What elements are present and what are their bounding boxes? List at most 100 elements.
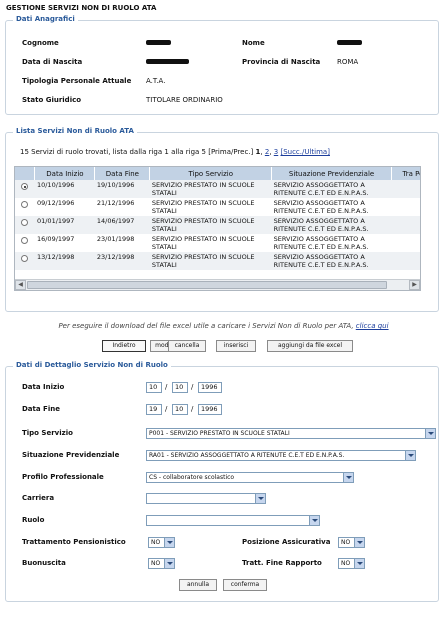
chevron-down-icon (164, 538, 174, 547)
tipologia-label: Tipologia Personale Attuale (22, 77, 132, 85)
inserisci-button[interactable]: inserisci (216, 340, 256, 352)
download-note-text: Per eseguire il download del file excel … (58, 322, 354, 330)
situazione-select[interactable]: RA01 - SERVIZIO ASSOGGETTATO A RITENUTE … (146, 450, 416, 461)
table-row[interactable]: 10/10/1996 19/10/1996 SERVIZIO PRESTATO … (15, 180, 420, 198)
data-fine-label: Data Fine (22, 405, 60, 413)
page-2-link[interactable]: 2 (265, 148, 269, 156)
download-link[interactable]: clicca qui (356, 322, 389, 330)
chevron-down-icon (354, 559, 364, 568)
cell-data-inizio: 09/12/1996 (34, 198, 95, 216)
conferma-button[interactable]: conferma (223, 579, 267, 591)
data-inizio-year[interactable]: 1996 (198, 382, 222, 393)
tratt-fine-label: Tratt. Fine Rapporto (242, 559, 322, 567)
cell-trattamento (391, 180, 420, 198)
col-trattamento: Tra Pe (391, 167, 420, 180)
scrollbar-thumb[interactable] (27, 281, 387, 289)
cell-trattamento (391, 234, 420, 252)
row-radio[interactable] (21, 255, 29, 262)
next-last-link[interactable]: [Succ./Ultima] (280, 148, 330, 156)
nome-redacted (337, 40, 362, 45)
ruolo-label: Ruolo (22, 516, 45, 524)
data-inizio-day[interactable]: 10 (146, 382, 162, 393)
data-nascita-label: Data di Nascita (22, 58, 83, 66)
chevron-down-icon (354, 538, 364, 547)
page-current: 1 (255, 148, 261, 156)
annulla-button[interactable]: annulla (179, 579, 217, 591)
table-row[interactable]: 13/12/1998 23/12/1998 SERVIZIO PRESTATO … (15, 252, 420, 270)
page-3-link[interactable]: 3 (274, 148, 278, 156)
chevron-down-icon (164, 559, 174, 568)
tratt-fine-value: NO (341, 560, 351, 567)
services-table-scroll[interactable]: Data Inizio Data Fine Tipo Servizio Situ… (14, 166, 421, 291)
tratt-fine-select[interactable]: NO (338, 558, 365, 569)
cell-trattamento (391, 252, 420, 270)
scroll-left-icon[interactable]: ◀ (15, 280, 26, 290)
data-inizio-label: Data Inizio (22, 383, 65, 391)
cell-situazione: SERVIZIO ASSOGGETTATO A RITENUTE C.E.T E… (271, 216, 392, 234)
cell-trattamento (391, 198, 420, 216)
cognome-label: Cognome (22, 39, 59, 47)
ruolo-select[interactable] (146, 515, 320, 526)
row-radio[interactable] (21, 183, 29, 190)
download-note: Per eseguire il download del file excel … (0, 322, 447, 330)
lista-summary: 15 Servizi di ruolo trovati, lista dalla… (20, 148, 330, 156)
data-fine-year[interactable]: 1996 (198, 404, 222, 415)
table-row[interactable]: 16/09/1997 23/01/1998 SERVIZIO PRESTATO … (15, 234, 420, 252)
col-data-fine: Data Fine (94, 167, 151, 180)
cell-situazione: SERVIZIO ASSOGGETTATO A RITENUTE C.E.T E… (271, 198, 392, 216)
nome-label: Nome (242, 39, 265, 47)
profilo-value: CS - collaboratore scolastico (149, 474, 235, 481)
dettaglio-legend: Dati di Dettaglio Servizio Non di Ruolo (13, 361, 171, 369)
tipo-servizio-select[interactable]: P001 - SERVIZIO PRESTATO IN SCUOLE STATA… (146, 428, 436, 439)
data-fine-day[interactable]: 19 (146, 404, 162, 415)
cell-data-fine: 23/12/1998 (94, 252, 150, 270)
carriera-label: Carriera (22, 494, 55, 502)
situazione-label: Situazione Previdenziale (22, 451, 120, 459)
cell-data-inizio: 10/10/1996 (34, 180, 95, 198)
horizontal-scrollbar[interactable]: ◀ ▶ (15, 279, 420, 290)
chevron-down-icon (255, 494, 265, 503)
profilo-label: Profilo Professionale (22, 473, 104, 481)
provincia-label: Provincia di Nascita (242, 58, 321, 66)
cell-data-inizio: 13/12/1998 (34, 252, 95, 270)
buonuscita-select[interactable]: NO (148, 558, 175, 569)
cancella-button[interactable]: cancella (168, 340, 206, 352)
carriera-select[interactable] (146, 493, 266, 504)
table-row[interactable]: 09/12/1996 21/12/1996 SERVIZIO PRESTATO … (15, 198, 420, 216)
anagrafici-legend: Dati Anagrafici (13, 15, 78, 23)
col-data-inizio: Data Inizio (34, 167, 96, 180)
page-title: GESTIONE SERVIZI NON DI RUOLO ATA (6, 4, 157, 12)
buonuscita-label: Buonuscita (22, 559, 66, 567)
row-radio[interactable] (21, 219, 29, 226)
scroll-right-icon[interactable]: ▶ (409, 280, 420, 290)
cell-situazione: SERVIZIO ASSOGGETTATO A RITENUTE C.E.T E… (271, 252, 392, 270)
cell-situazione: SERVIZIO ASSOGGETTATO A RITENUTE C.E.T E… (271, 180, 392, 198)
cell-tipo: SERVIZIO PRESTATO IN SCUOLE STATALI (149, 198, 272, 216)
data-inizio-month[interactable]: 10 (172, 382, 188, 393)
dettaglio-panel: Dati di Dettaglio Servizio Non di Ruolo (5, 361, 439, 602)
table-row[interactable]: 01/01/1997 14/06/1997 SERVIZIO PRESTATO … (15, 216, 420, 234)
posizione-value: NO (341, 539, 351, 546)
provincia-value: ROMA (337, 58, 359, 66)
date-separator: / (165, 405, 168, 413)
posizione-select[interactable]: NO (338, 537, 365, 548)
data-fine-month[interactable]: 10 (172, 404, 188, 415)
excel-button[interactable]: aggiungi da file excel (267, 340, 353, 352)
cell-tipo: SERVIZIO PRESTATO IN SCUOLE STATALI (149, 252, 272, 270)
col-situazione: Situazione Previdenziale (271, 167, 393, 180)
cell-data-fine: 21/12/1996 (94, 198, 150, 216)
profilo-select[interactable]: CS - collaboratore scolastico (146, 472, 354, 483)
cell-data-fine: 14/06/1997 (94, 216, 150, 234)
trattamento-select[interactable]: NO (148, 537, 175, 548)
data-nascita-redacted (146, 59, 189, 64)
indietro-button[interactable]: Indietro (102, 340, 146, 352)
date-separator: / (191, 405, 194, 413)
row-radio[interactable] (21, 237, 29, 244)
col-select (15, 167, 36, 180)
chevron-down-icon (343, 473, 353, 482)
chevron-down-icon (309, 516, 319, 525)
services-table: Data Inizio Data Fine Tipo Servizio Situ… (15, 167, 420, 270)
stato-value: TITOLARE ORDINARIO (146, 96, 223, 104)
row-radio[interactable] (21, 201, 29, 208)
tipologia-value: A.T.A. (146, 77, 166, 85)
